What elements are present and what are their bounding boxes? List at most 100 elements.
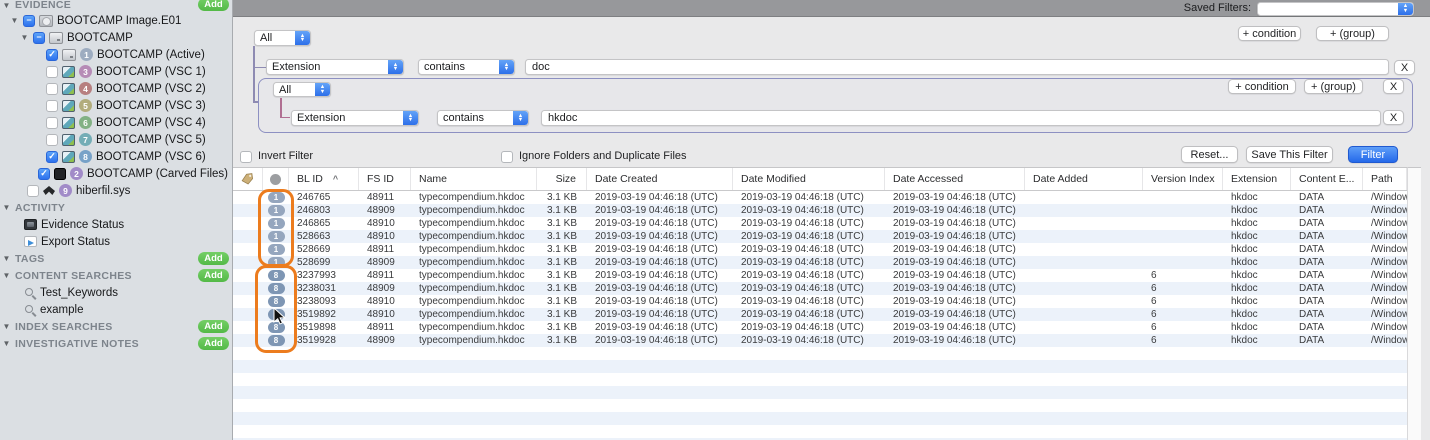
sidebar-section-evidence[interactable]: ▼ EVIDENCE Add xyxy=(0,0,232,12)
column-header-version_index[interactable]: Version Index xyxy=(1143,168,1223,190)
sidebar-section-header[interactable]: ▼ TAGS Add xyxy=(0,250,232,267)
table-row[interactable]: 8 3238031 48909 typecompendium.hkdoc 3.1 KB 2… xyxy=(233,282,1407,295)
checked-checkbox[interactable]: ✓ xyxy=(38,167,50,180)
sidebar-item[interactable]: 3 BOOTCAMP (VSC 1) xyxy=(0,63,232,80)
save-this-filter-button[interactable]: Save This Filter xyxy=(1246,146,1333,163)
column-header-date_modified[interactable]: Date Modified xyxy=(733,168,885,190)
sidebar-item[interactable]: ▼ − BOOTCAMP xyxy=(0,29,232,46)
sidebar-section-header[interactable]: ▼ CONTENT SEARCHES Add xyxy=(0,267,232,284)
sidebar-item[interactable]: example xyxy=(0,301,232,318)
unchecked-checkbox[interactable] xyxy=(46,116,58,129)
sidebar-item[interactable]: Evidence Status xyxy=(0,216,232,233)
sidebar-item[interactable]: 5 BOOTCAMP (VSC 3) xyxy=(0,97,232,114)
sidebar-item[interactable]: ✓ 2 BOOTCAMP (Carved Files) xyxy=(0,165,232,182)
remove-condition-button[interactable]: X xyxy=(1394,60,1415,75)
disclosure-triangle-icon[interactable]: ▼ xyxy=(2,1,11,10)
sidebar-item[interactable]: Export Status xyxy=(0,233,232,250)
sidebar-item[interactable]: ✓ 8 BOOTCAMP (VSC 6) xyxy=(0,148,232,165)
add-button[interactable]: Add xyxy=(198,319,229,333)
cell-bl_id: 3519928 xyxy=(297,335,336,346)
table-row[interactable]: 8 3238093 48910 typecompendium.hkdoc 3.1 KB 2… xyxy=(233,295,1407,308)
mixed-checkbox[interactable]: − xyxy=(23,14,35,27)
reset-button[interactable]: Reset... xyxy=(1181,146,1238,163)
disclosure-triangle-icon[interactable]: ▼ xyxy=(2,203,11,212)
disclosure-triangle-icon[interactable]: ▼ xyxy=(20,33,29,42)
sidebar-section-header[interactable]: ▼ INVESTIGATIVE NOTES Add xyxy=(0,335,232,352)
unchecked-checkbox[interactable] xyxy=(46,65,58,78)
cell-date_created: 2019-03-19 04:46:18 (UTC) xyxy=(595,205,718,216)
group-operator-select[interactable]: contains ▲ ▼ xyxy=(437,110,529,126)
add-condition-button[interactable]: + condition xyxy=(1238,26,1301,41)
remove-group-button[interactable]: X xyxy=(1383,79,1404,94)
invert-filter-checkbox[interactable] xyxy=(240,151,252,163)
column-header-date_created[interactable]: Date Created xyxy=(587,168,733,190)
table-row[interactable]: 8351989248910typecompendium.hkdoc3.1 KB2… xyxy=(233,308,1407,321)
disclosure-triangle-icon[interactable]: ▼ xyxy=(2,339,11,348)
table-row[interactable]: 1 528699 48909 typecompendium.hkdoc 3.1 KB 20… xyxy=(233,256,1407,269)
column-header-flag[interactable] xyxy=(233,168,263,190)
group-add-group-button[interactable]: + (group) xyxy=(1304,79,1363,94)
sidebar-item[interactable]: 9 hiberfil.sys xyxy=(0,182,232,199)
add-button[interactable]: Add xyxy=(198,268,229,282)
saved-filters-select[interactable]: ▲ ▼ xyxy=(1257,1,1414,16)
table-row[interactable]: 8 3237993 48911 typecompendium.hkdoc 3.1 KB 2… xyxy=(233,269,1407,282)
sidebar-section-header[interactable]: ▼ ACTIVITY xyxy=(0,199,232,216)
flag-cell xyxy=(233,230,263,243)
sidebar-item[interactable]: 4 BOOTCAMP (VSC 2) xyxy=(0,80,232,97)
column-header-date_accessed[interactable]: Date Accessed xyxy=(885,168,1025,190)
table-row[interactable]: 1 528663 48910 typecompendium.hkdoc 3.1 KB 20… xyxy=(233,230,1407,243)
column-header-name[interactable]: Name xyxy=(411,168,537,190)
add-button[interactable]: Add xyxy=(198,251,229,265)
sidebar-item[interactable]: ▼ − BOOTCAMP Image.E01 xyxy=(0,12,232,29)
table-row[interactable]: 8 3519928 48909 typecompendium.hkdoc 3.1 KB 2… xyxy=(233,334,1407,347)
unchecked-checkbox[interactable] xyxy=(46,99,58,112)
column-header-bl_id[interactable]: BL ID ^ xyxy=(289,168,359,190)
condition-value-input[interactable]: doc xyxy=(525,59,1389,75)
table-row[interactable]: 1 528669 48911 typecompendium.hkdoc 3.1 KB 20… xyxy=(233,243,1407,256)
match-select[interactable]: All ▲ ▼ xyxy=(254,30,311,46)
disclosure-triangle-icon[interactable]: ▼ xyxy=(2,271,11,280)
group-add-condition-button[interactable]: + condition xyxy=(1228,79,1296,94)
table-row[interactable]: 8 3519898 48911 typecompendium.hkdoc 3.1 KB 2… xyxy=(233,321,1407,334)
field-select[interactable]: Extension ▲ ▼ xyxy=(266,59,404,75)
vertical-scrollbar[interactable] xyxy=(1407,167,1421,440)
table-row[interactable]: 1 246803 48909 typecompendium.hkdoc 3.1 KB 20… xyxy=(233,204,1407,217)
unchecked-checkbox[interactable] xyxy=(46,82,58,95)
column-header-fs_id[interactable]: FS ID xyxy=(359,168,411,190)
disclosure-triangle-icon[interactable]: ▼ xyxy=(2,322,11,331)
column-header-date_added[interactable]: Date Added xyxy=(1025,168,1143,190)
column-header-extension[interactable]: Extension xyxy=(1223,168,1291,190)
group-match-select[interactable]: All ▲ ▼ xyxy=(273,82,331,97)
unchecked-checkbox[interactable] xyxy=(27,184,39,197)
group-condition-value-input[interactable]: hkdoc xyxy=(541,110,1381,126)
cell-fs_id: 48909 xyxy=(367,257,395,268)
add-button[interactable]: Add xyxy=(198,336,229,350)
checked-checkbox[interactable]: ✓ xyxy=(46,150,58,163)
unchecked-checkbox[interactable] xyxy=(46,133,58,146)
ignore-folders-checkbox[interactable] xyxy=(501,151,513,163)
sidebar-item[interactable]: 6 BOOTCAMP (VSC 4) xyxy=(0,114,232,131)
table-row[interactable]: 1 246765 48911 typecompendium.hkdoc 3.1 KB 20… xyxy=(233,191,1407,204)
mixed-checkbox[interactable]: − xyxy=(33,31,45,44)
checked-checkbox[interactable]: ✓ xyxy=(46,48,58,61)
sidebar-section-header[interactable]: ▼ INDEX SEARCHES Add xyxy=(0,318,232,335)
sidebar-item[interactable]: ✓ 1 BOOTCAMP (Active) xyxy=(0,46,232,63)
group-remove-condition-button[interactable]: X xyxy=(1383,110,1404,125)
table-row[interactable]: 1 246865 48910 typecompendium.hkdoc 3.1 KB 20… xyxy=(233,217,1407,230)
column-header-path[interactable]: Path xyxy=(1363,168,1407,190)
disclosure-triangle-icon[interactable]: ▼ xyxy=(2,254,11,263)
filter-button[interactable]: Filter xyxy=(1348,146,1398,163)
group-field-select[interactable]: Extension ▲ ▼ xyxy=(291,110,419,126)
sidebar-item[interactable]: Test_Keywords xyxy=(0,284,232,301)
add-evidence-button[interactable]: Add xyxy=(198,0,229,11)
cell-size: 3.1 KB xyxy=(546,335,577,346)
column-header-size[interactable]: Size xyxy=(537,168,587,190)
column-header-content[interactable]: Content E... xyxy=(1291,168,1363,190)
disclosure-triangle-icon[interactable]: ▼ xyxy=(10,16,19,25)
sidebar-item[interactable]: 7 BOOTCAMP (VSC 5) xyxy=(0,131,232,148)
operator-select[interactable]: contains ▲ ▼ xyxy=(418,59,515,75)
column-header-status[interactable] xyxy=(263,168,289,190)
cell-path: /Windows/.. xyxy=(1371,205,1407,216)
add-group-button[interactable]: + (group) xyxy=(1316,26,1389,41)
column-label: Version Index xyxy=(1151,173,1215,185)
